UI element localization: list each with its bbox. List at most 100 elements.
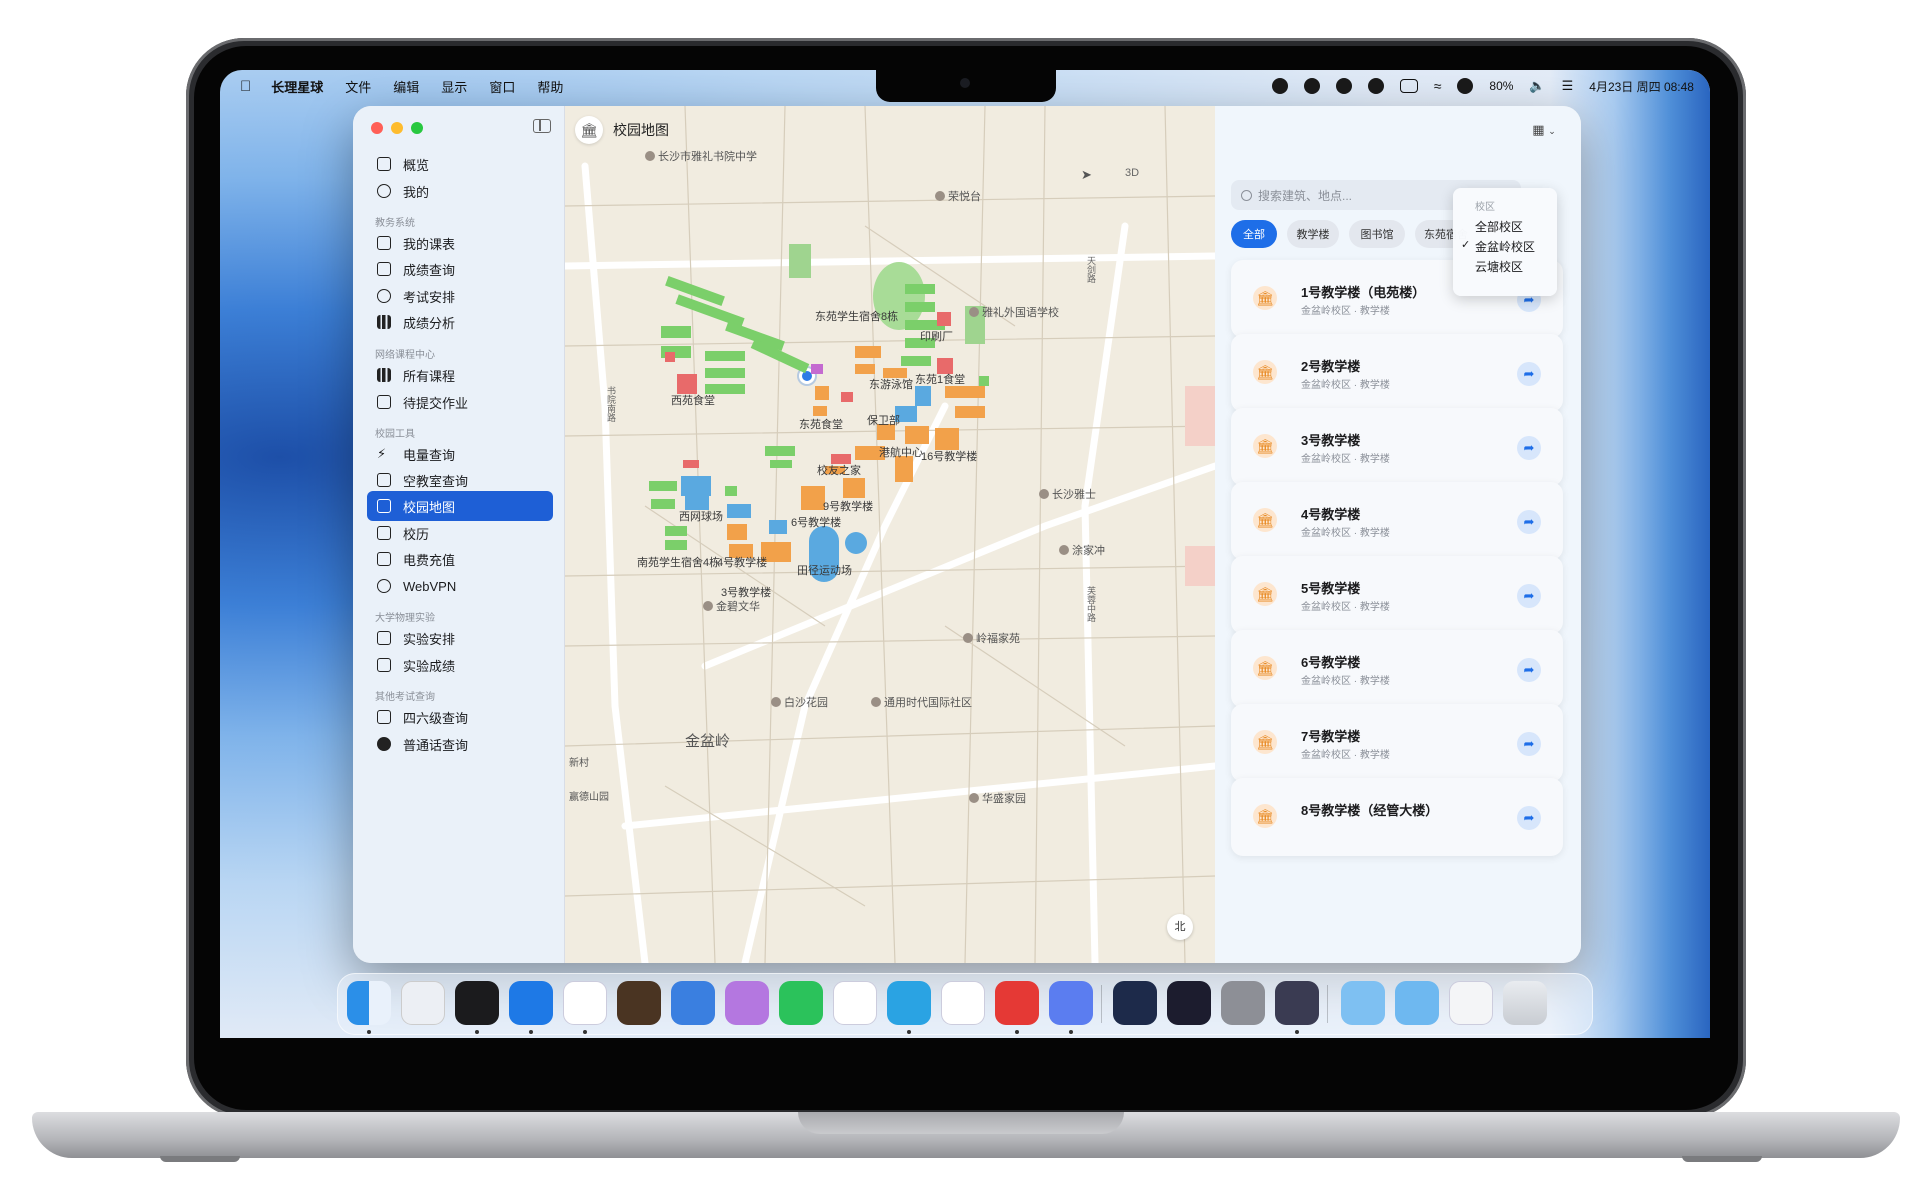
filter-chip-library[interactable]: 图书馆 (1349, 220, 1405, 248)
dropdown-option-all[interactable]: 全部校区 (1475, 218, 1523, 235)
video-icon[interactable] (1167, 981, 1211, 1025)
sidebar-item-grade-analysis[interactable]: 成绩分析 (367, 307, 553, 337)
control-center-icon[interactable]: ☰ (1562, 78, 1574, 94)
building-card[interactable]: 🏛 3号教学楼 金盆岭校区 · 教学楼 ➦ (1231, 408, 1563, 486)
settings-icon[interactable] (1221, 981, 1265, 1025)
launchpad-icon[interactable] (401, 981, 445, 1025)
preview-icon[interactable] (1449, 981, 1493, 1025)
vscode-icon[interactable] (563, 981, 607, 1025)
campus-picker-button[interactable]: ▦ ⌄ (1527, 118, 1561, 142)
map-label[interactable]: 东苑学生宿舍8栋 (815, 308, 898, 324)
dropdown-option-yuntang[interactable]: 云塘校区 (1475, 258, 1523, 275)
qq-icon[interactable] (833, 981, 877, 1025)
map-label[interactable]: 东游泳馆 (869, 376, 913, 392)
trash-icon[interactable] (1503, 981, 1547, 1025)
folder-icon[interactable] (1341, 981, 1385, 1025)
apple-menu-icon[interactable]:  (240, 78, 251, 95)
map-label[interactable]: 南苑学生宿舍4栋 (637, 554, 720, 570)
location-arrow-icon[interactable]: ➤ (1081, 167, 1092, 183)
sidebar-item-mine[interactable]: 我的 (367, 176, 553, 206)
dropdown-option-jinpenling[interactable]: 金盆岭校区 (1475, 238, 1535, 255)
folder-icon[interactable] (1395, 981, 1439, 1025)
sidebar-item-recharge[interactable]: 电费充值 (367, 544, 553, 574)
map-label[interactable]: 田径运动场 (797, 562, 852, 578)
notification-icon[interactable] (1457, 78, 1474, 94)
map-label[interactable]: 9号教学楼 (823, 498, 873, 514)
sidebar-item-cet[interactable]: 四六级查询 (367, 702, 553, 732)
map-poi[interactable]: 涂家冲 (1059, 542, 1105, 558)
status-globe-icon[interactable] (1335, 78, 1352, 94)
status-cat-icon[interactable] (1303, 78, 1320, 94)
sidebar-item-lab-grades[interactable]: 实验成绩 (367, 650, 553, 680)
sidebar-item-mandarin[interactable]: 普通话查询 (367, 729, 553, 759)
map-label[interactable]: 西网球场 (679, 508, 723, 524)
xcode-icon[interactable] (509, 981, 553, 1025)
status-send-icon[interactable] (1367, 78, 1384, 94)
map-poi[interactable]: 岭福家苑 (963, 630, 1020, 646)
map-label[interactable]: 16号教学楼 (921, 448, 977, 464)
minimize-button[interactable] (391, 122, 403, 134)
map-poi[interactable]: 雅礼外国语学校 (969, 304, 1059, 320)
directions-icon[interactable]: ➦ (1517, 436, 1541, 460)
mail-icon[interactable] (941, 981, 985, 1025)
3d-toggle[interactable]: 3D (1125, 167, 1139, 179)
campus-map[interactable]: 东苑学生宿舍8栋 印刷厂 东游泳馆 东苑1食堂 西苑食堂 东苑食堂 保卫部 港航… (565, 106, 1215, 963)
sidebar-item-all-courses[interactable]: 所有课程 (367, 360, 553, 390)
map-poi[interactable]: 通用时代国际社区 (871, 694, 972, 710)
cat-icon[interactable] (725, 981, 769, 1025)
map-label[interactable]: 印刷厂 (920, 328, 953, 344)
map-poi[interactable]: 白沙花园 (771, 694, 828, 710)
terminal-icon[interactable] (617, 981, 661, 1025)
menu-edit[interactable]: 编辑 (393, 77, 419, 96)
building-card[interactable]: 🏛 6号教学楼 金盆岭校区 · 教学楼 ➦ (1231, 630, 1563, 708)
filter-chip-teaching[interactable]: 教学楼 (1287, 220, 1339, 248)
menu-window[interactable]: 窗口 (489, 77, 515, 96)
sidebar-toggle-icon[interactable] (533, 119, 551, 133)
menu-view[interactable]: 显示 (441, 77, 467, 96)
building-card[interactable]: 🏛 8号教学楼（经管大楼） ➦ (1231, 778, 1563, 856)
sidebar-item-webvpn[interactable]: WebVPN (367, 571, 553, 601)
sidebar-item-lab-schedule[interactable]: 实验安排 (367, 623, 553, 653)
map-label[interactable]: 4号教学楼 (717, 554, 767, 570)
map-poi[interactable]: 金碧文华 (703, 598, 760, 614)
directions-icon[interactable]: ➦ (1517, 806, 1541, 830)
map-poi[interactable]: 长沙雅士 (1039, 486, 1096, 502)
map-label[interactable]: 港航中心 (879, 444, 923, 460)
map-label[interactable]: 校友之家 (817, 462, 861, 478)
sidebar-item-grades[interactable]: 成绩查询 (367, 254, 553, 284)
directions-icon[interactable]: ➦ (1517, 658, 1541, 682)
kite-icon[interactable] (1113, 981, 1157, 1025)
sidebar-item-homework[interactable]: 待提交作业 (367, 387, 553, 417)
battery-percent[interactable]: 80% (1489, 79, 1513, 93)
menu-file[interactable]: 文件 (345, 77, 371, 96)
map-label[interactable]: 东苑食堂 (799, 416, 843, 432)
menu-app-name[interactable]: 长理星球 (271, 77, 323, 96)
map-label[interactable]: 西苑食堂 (671, 392, 715, 408)
wifi-icon[interactable]: ≈ (1434, 78, 1442, 94)
finder-icon[interactable] (347, 981, 391, 1025)
directions-icon[interactable]: ➦ (1517, 584, 1541, 608)
building-card[interactable]: 🏛 4号教学楼 金盆岭校区 · 教学楼 ➦ (1231, 482, 1563, 560)
directions-icon[interactable]: ➦ (1517, 362, 1541, 386)
map-label[interactable]: 东苑1食堂 (915, 371, 965, 387)
sidebar-item-campus-map[interactable]: 校园地图 (367, 491, 553, 521)
filter-chip-all[interactable]: 全部 (1231, 220, 1277, 248)
map-poi[interactable]: 华盛家园 (969, 790, 1026, 806)
building-card[interactable]: 🏛 5号教学楼 金盆岭校区 · 教学楼 ➦ (1231, 556, 1563, 634)
directions-icon[interactable]: ➦ (1517, 732, 1541, 756)
directions-icon[interactable]: ➦ (1517, 510, 1541, 534)
dev-icon[interactable] (1049, 981, 1093, 1025)
building-card[interactable]: 🏛 2号教学楼 金盆岭校区 · 教学楼 ➦ (1231, 334, 1563, 412)
menubar-clock[interactable]: 4月23日 周四 08:48 (1589, 78, 1694, 95)
app-icon[interactable] (1275, 981, 1319, 1025)
netease-music-icon[interactable] (995, 981, 1039, 1025)
close-button[interactable] (371, 122, 383, 134)
wechat-icon[interactable] (779, 981, 823, 1025)
telegram-icon[interactable] (887, 981, 931, 1025)
status-app-icon[interactable] (1271, 78, 1288, 94)
activity-icon[interactable] (455, 981, 499, 1025)
volume-icon[interactable]: 🔈 (1529, 78, 1545, 94)
building-card[interactable]: 🏛 7号教学楼 金盆岭校区 · 教学楼 ➦ (1231, 704, 1563, 782)
map-poi[interactable]: 荣悦台 (935, 188, 981, 204)
map-label[interactable]: 保卫部 (867, 412, 900, 428)
